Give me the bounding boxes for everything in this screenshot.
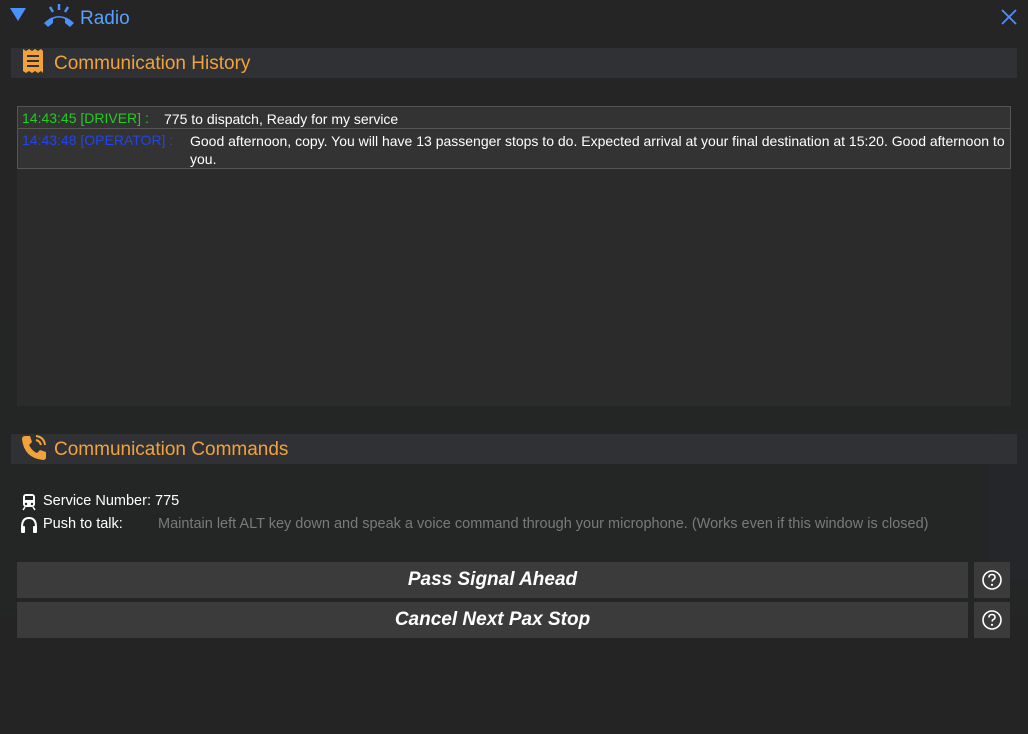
radio-phone-icon	[44, 4, 74, 27]
push-to-talk-hint: Maintain left ALT key down and speak a v…	[158, 516, 929, 532]
message-sender: 14:43:48 [OPERATOR] :	[22, 132, 174, 148]
radio-window: Radio Communication History 14:43:45 [DR…	[0, 0, 1028, 734]
service-number: Service Number: 775	[43, 493, 180, 509]
commands-header: Communication Commands	[11, 434, 1017, 464]
phone-ringing-icon	[22, 435, 46, 460]
message-text: 775 to dispatch, Ready for my service	[164, 111, 399, 127]
receipt-icon	[23, 49, 43, 73]
push-to-talk-label: Push to talk:	[43, 516, 123, 532]
commands-title: Communication Commands	[54, 439, 289, 460]
help-button[interactable]	[974, 602, 1010, 638]
history-title: Communication History	[54, 53, 251, 74]
triangle-down-icon[interactable]	[10, 8, 26, 21]
pass-signal-ahead-button[interactable]: Pass Signal Ahead	[17, 562, 968, 598]
history-header: Communication History	[11, 48, 1017, 78]
history-log[interactable]: 14:43:45 [DRIVER] : 775 to dispatch, Rea…	[17, 106, 1011, 406]
headset-icon	[21, 516, 37, 533]
close-icon[interactable]	[1000, 8, 1018, 26]
message-sender: 14:43:45 [DRIVER] :	[22, 110, 149, 126]
title-bar[interactable]: Radio	[0, 0, 1028, 36]
button-label: Cancel Next Pax Stop	[394, 609, 591, 630]
history-message: 14:43:45 [DRIVER] : 775 to dispatch, Rea…	[17, 106, 1011, 130]
cancel-next-pax-stop-button[interactable]: Cancel Next Pax Stop	[17, 602, 968, 638]
question-circle-icon	[982, 610, 1002, 630]
window-title: Radio	[80, 8, 130, 29]
train-icon	[22, 494, 36, 511]
button-label: Pass Signal Ahead	[407, 569, 578, 590]
question-circle-icon	[982, 570, 1002, 590]
history-message: 14:43:48 [OPERATOR] : Good afternoon, co…	[17, 128, 1011, 169]
help-button[interactable]	[974, 562, 1010, 598]
message-text: Good afternoon, copy. You will have 13 p…	[190, 133, 1005, 167]
